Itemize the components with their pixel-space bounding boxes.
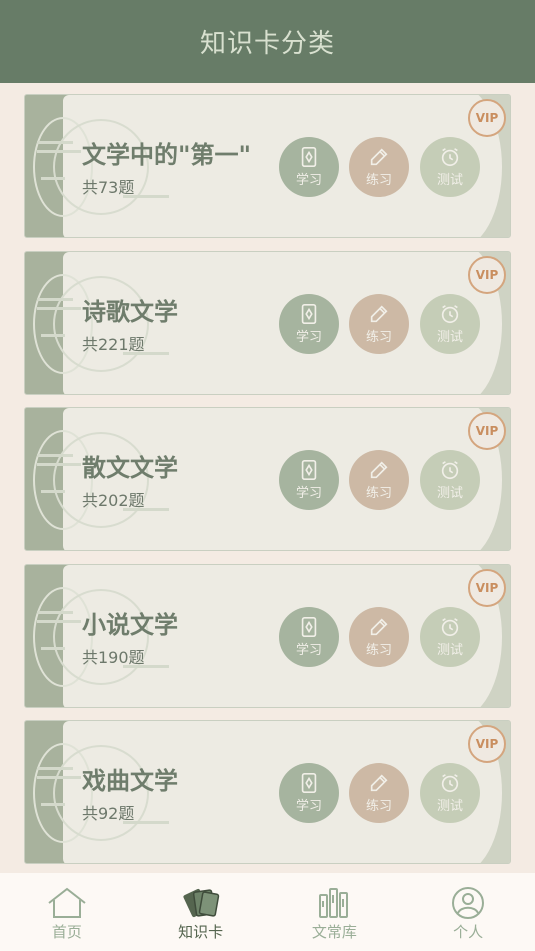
- question-count: 共190题: [82, 647, 145, 667]
- category-card[interactable]: 小说文学 共190题 学习 练习 测试 VIP: [24, 563, 511, 708]
- pencil-icon: [370, 148, 388, 166]
- card-icon: [301, 616, 317, 637]
- test-button[interactable]: 测试: [420, 293, 480, 354]
- category-title: 戏曲文学: [82, 767, 178, 795]
- test-button[interactable]: 测试: [420, 450, 480, 510]
- bottom-tab-bar: 首页 知识卡 文常库 个人: [0, 873, 535, 951]
- pencil-icon: [370, 461, 388, 479]
- practice-button[interactable]: 练习: [349, 137, 409, 197]
- alarm-clock-icon: [441, 148, 459, 167]
- tab-knowledge-cards[interactable]: 知识卡: [134, 873, 268, 951]
- card-icon: [301, 460, 317, 480]
- question-count: 共92题: [82, 804, 135, 823]
- books-icon: [319, 888, 349, 918]
- pencil-icon: [370, 304, 388, 322]
- study-button[interactable]: 学习: [279, 606, 339, 667]
- question-count: 共202题: [82, 491, 145, 510]
- alarm-clock-icon: [441, 461, 459, 480]
- alarm-clock-icon: [441, 617, 459, 636]
- category-title: 散文文学: [82, 454, 178, 482]
- study-button[interactable]: 学习: [279, 763, 339, 823]
- vip-badge: VIP: [468, 568, 506, 607]
- category-card[interactable]: 文学中的"第一" 共73题 学习 练习 测试 VIP: [24, 94, 511, 238]
- category-title: 诗歌文学: [82, 297, 178, 326]
- alarm-clock-icon: [441, 304, 459, 323]
- question-count: 共73题: [82, 178, 135, 197]
- category-title: 小说文学: [82, 610, 178, 639]
- question-count: 共221题: [82, 334, 145, 354]
- page-title: 知识卡分类: [199, 29, 335, 59]
- vip-badge: VIP: [468, 725, 506, 763]
- study-button[interactable]: 学习: [279, 137, 339, 197]
- study-button[interactable]: 学习: [279, 293, 339, 354]
- practice-button[interactable]: 练习: [349, 450, 409, 510]
- tab-profile[interactable]: 个人: [401, 873, 535, 951]
- category-list: 文学中的"第一" 共73题 学习 练习 测试 VIP 诗歌文学 共221题 学习: [24, 94, 511, 877]
- app-header: 知识卡分类: [0, 0, 535, 83]
- test-button[interactable]: 测试: [420, 137, 480, 197]
- vip-badge: VIP: [468, 255, 506, 294]
- practice-button[interactable]: 练习: [349, 293, 409, 354]
- alarm-clock-icon: [441, 774, 459, 793]
- card-icon: [301, 147, 317, 167]
- cards-icon: [183, 888, 219, 918]
- vip-badge: VIP: [468, 412, 506, 450]
- card-icon: [301, 773, 317, 793]
- test-button[interactable]: 测试: [420, 606, 480, 667]
- pencil-icon: [370, 774, 388, 792]
- study-button[interactable]: 学习: [279, 450, 339, 510]
- card-icon: [301, 303, 317, 324]
- home-icon: [48, 887, 86, 918]
- category-card[interactable]: 散文文学 共202题 学习 练习 测试 VIP: [24, 407, 511, 551]
- category-title: 文学中的"第一": [82, 141, 252, 169]
- tab-home[interactable]: 首页: [0, 873, 134, 951]
- tab-library[interactable]: 文常库: [268, 873, 402, 951]
- user-icon: [452, 887, 485, 919]
- category-card[interactable]: 戏曲文学 共92题 学习 练习 测试 VIP: [24, 720, 511, 864]
- practice-button[interactable]: 练习: [349, 606, 409, 667]
- test-button[interactable]: 测试: [420, 763, 480, 823]
- category-card[interactable]: 诗歌文学 共221题 学习 练习 测试 VIP: [24, 250, 511, 395]
- practice-button[interactable]: 练习: [349, 763, 409, 823]
- vip-badge: VIP: [468, 99, 506, 137]
- pencil-icon: [370, 617, 388, 635]
